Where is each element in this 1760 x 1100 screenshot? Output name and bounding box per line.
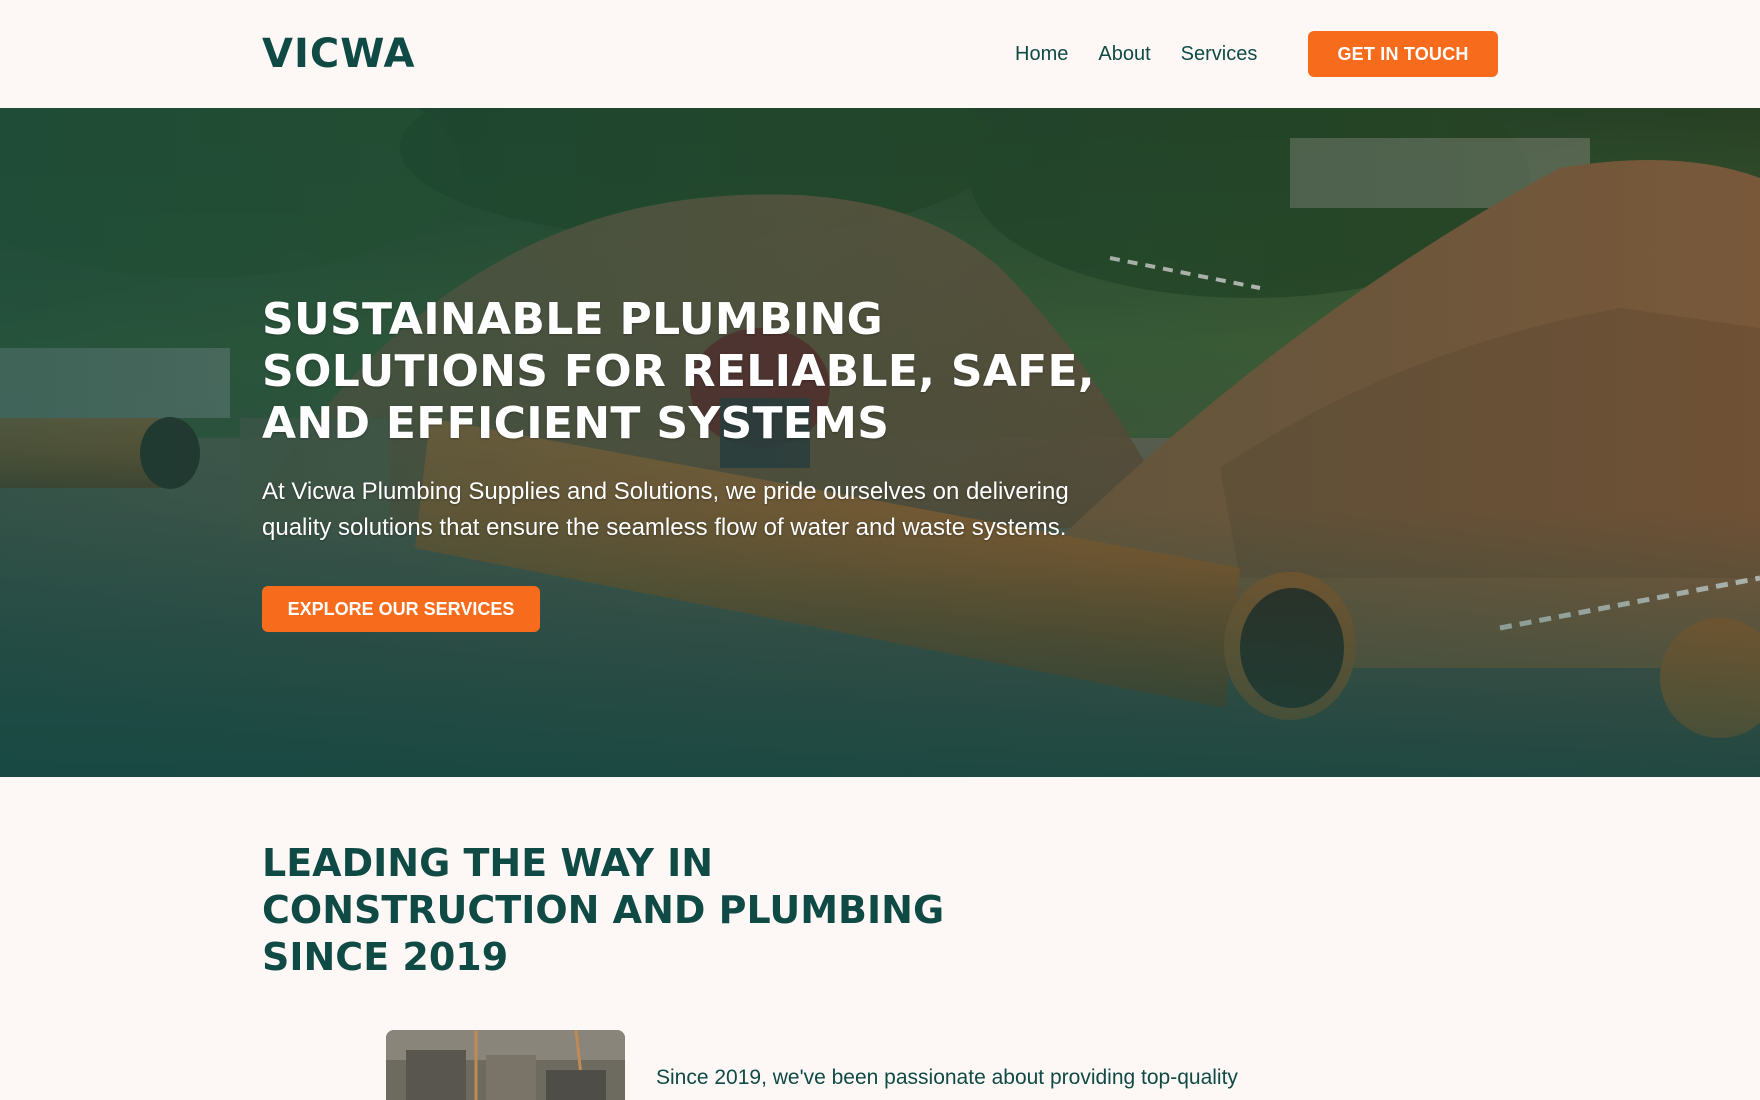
get-in-touch-button[interactable]: GET IN TOUCH	[1308, 31, 1498, 77]
about-paragraph: Since 2019, we've been passionate about …	[656, 1066, 1238, 1100]
nav-services[interactable]: Services	[1181, 40, 1258, 68]
hero-title: SUSTAINABLE PLUMBING SOLUTIONS FOR RELIA…	[262, 294, 1095, 449]
explore-services-button[interactable]: EXPLORE OUR SERVICES	[262, 586, 540, 632]
nav-home[interactable]: Home	[1015, 40, 1068, 68]
main-nav: Home About Services	[1015, 40, 1257, 68]
page: VICWA Home About Services GET IN TOUCH S…	[0, 0, 1760, 1100]
logo[interactable]: VICWA	[262, 34, 415, 74]
nav-about[interactable]: About	[1098, 40, 1150, 68]
site-header: VICWA Home About Services GET IN TOUCH	[0, 0, 1760, 108]
about-heading: LEADING THE WAY IN CONSTRUCTION AND PLUM…	[262, 841, 945, 979]
logo-text: VICWA	[262, 31, 416, 77]
construction-site-image	[386, 1030, 625, 1100]
about-image	[386, 1030, 625, 1100]
hero-subtitle: At Vicwa Plumbing Supplies and Solutions…	[262, 478, 1069, 541]
hero-section: SUSTAINABLE PLUMBING SOLUTIONS FOR RELIA…	[0, 108, 1760, 777]
